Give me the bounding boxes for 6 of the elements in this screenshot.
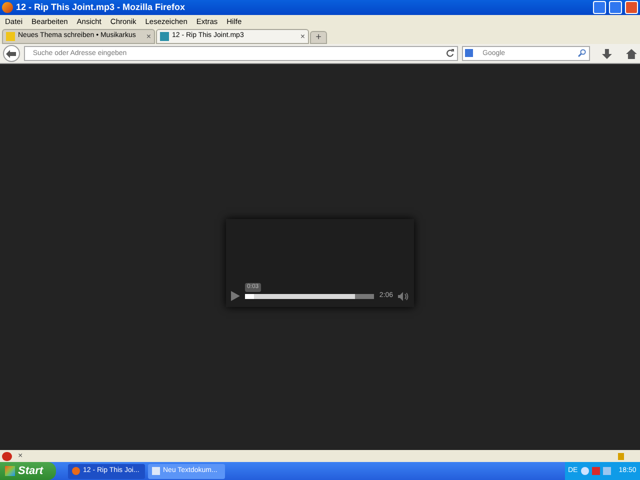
window-title: 12 - Rip This Joint.mp3 - Mozilla Firefox (16, 0, 186, 14)
tab-close-button[interactable]: × (146, 30, 151, 42)
new-tab-button[interactable]: + (310, 31, 327, 44)
addon-bar-close[interactable]: × (18, 450, 23, 462)
tab-close-button[interactable]: × (300, 30, 305, 42)
start-button[interactable]: Start (0, 462, 56, 480)
